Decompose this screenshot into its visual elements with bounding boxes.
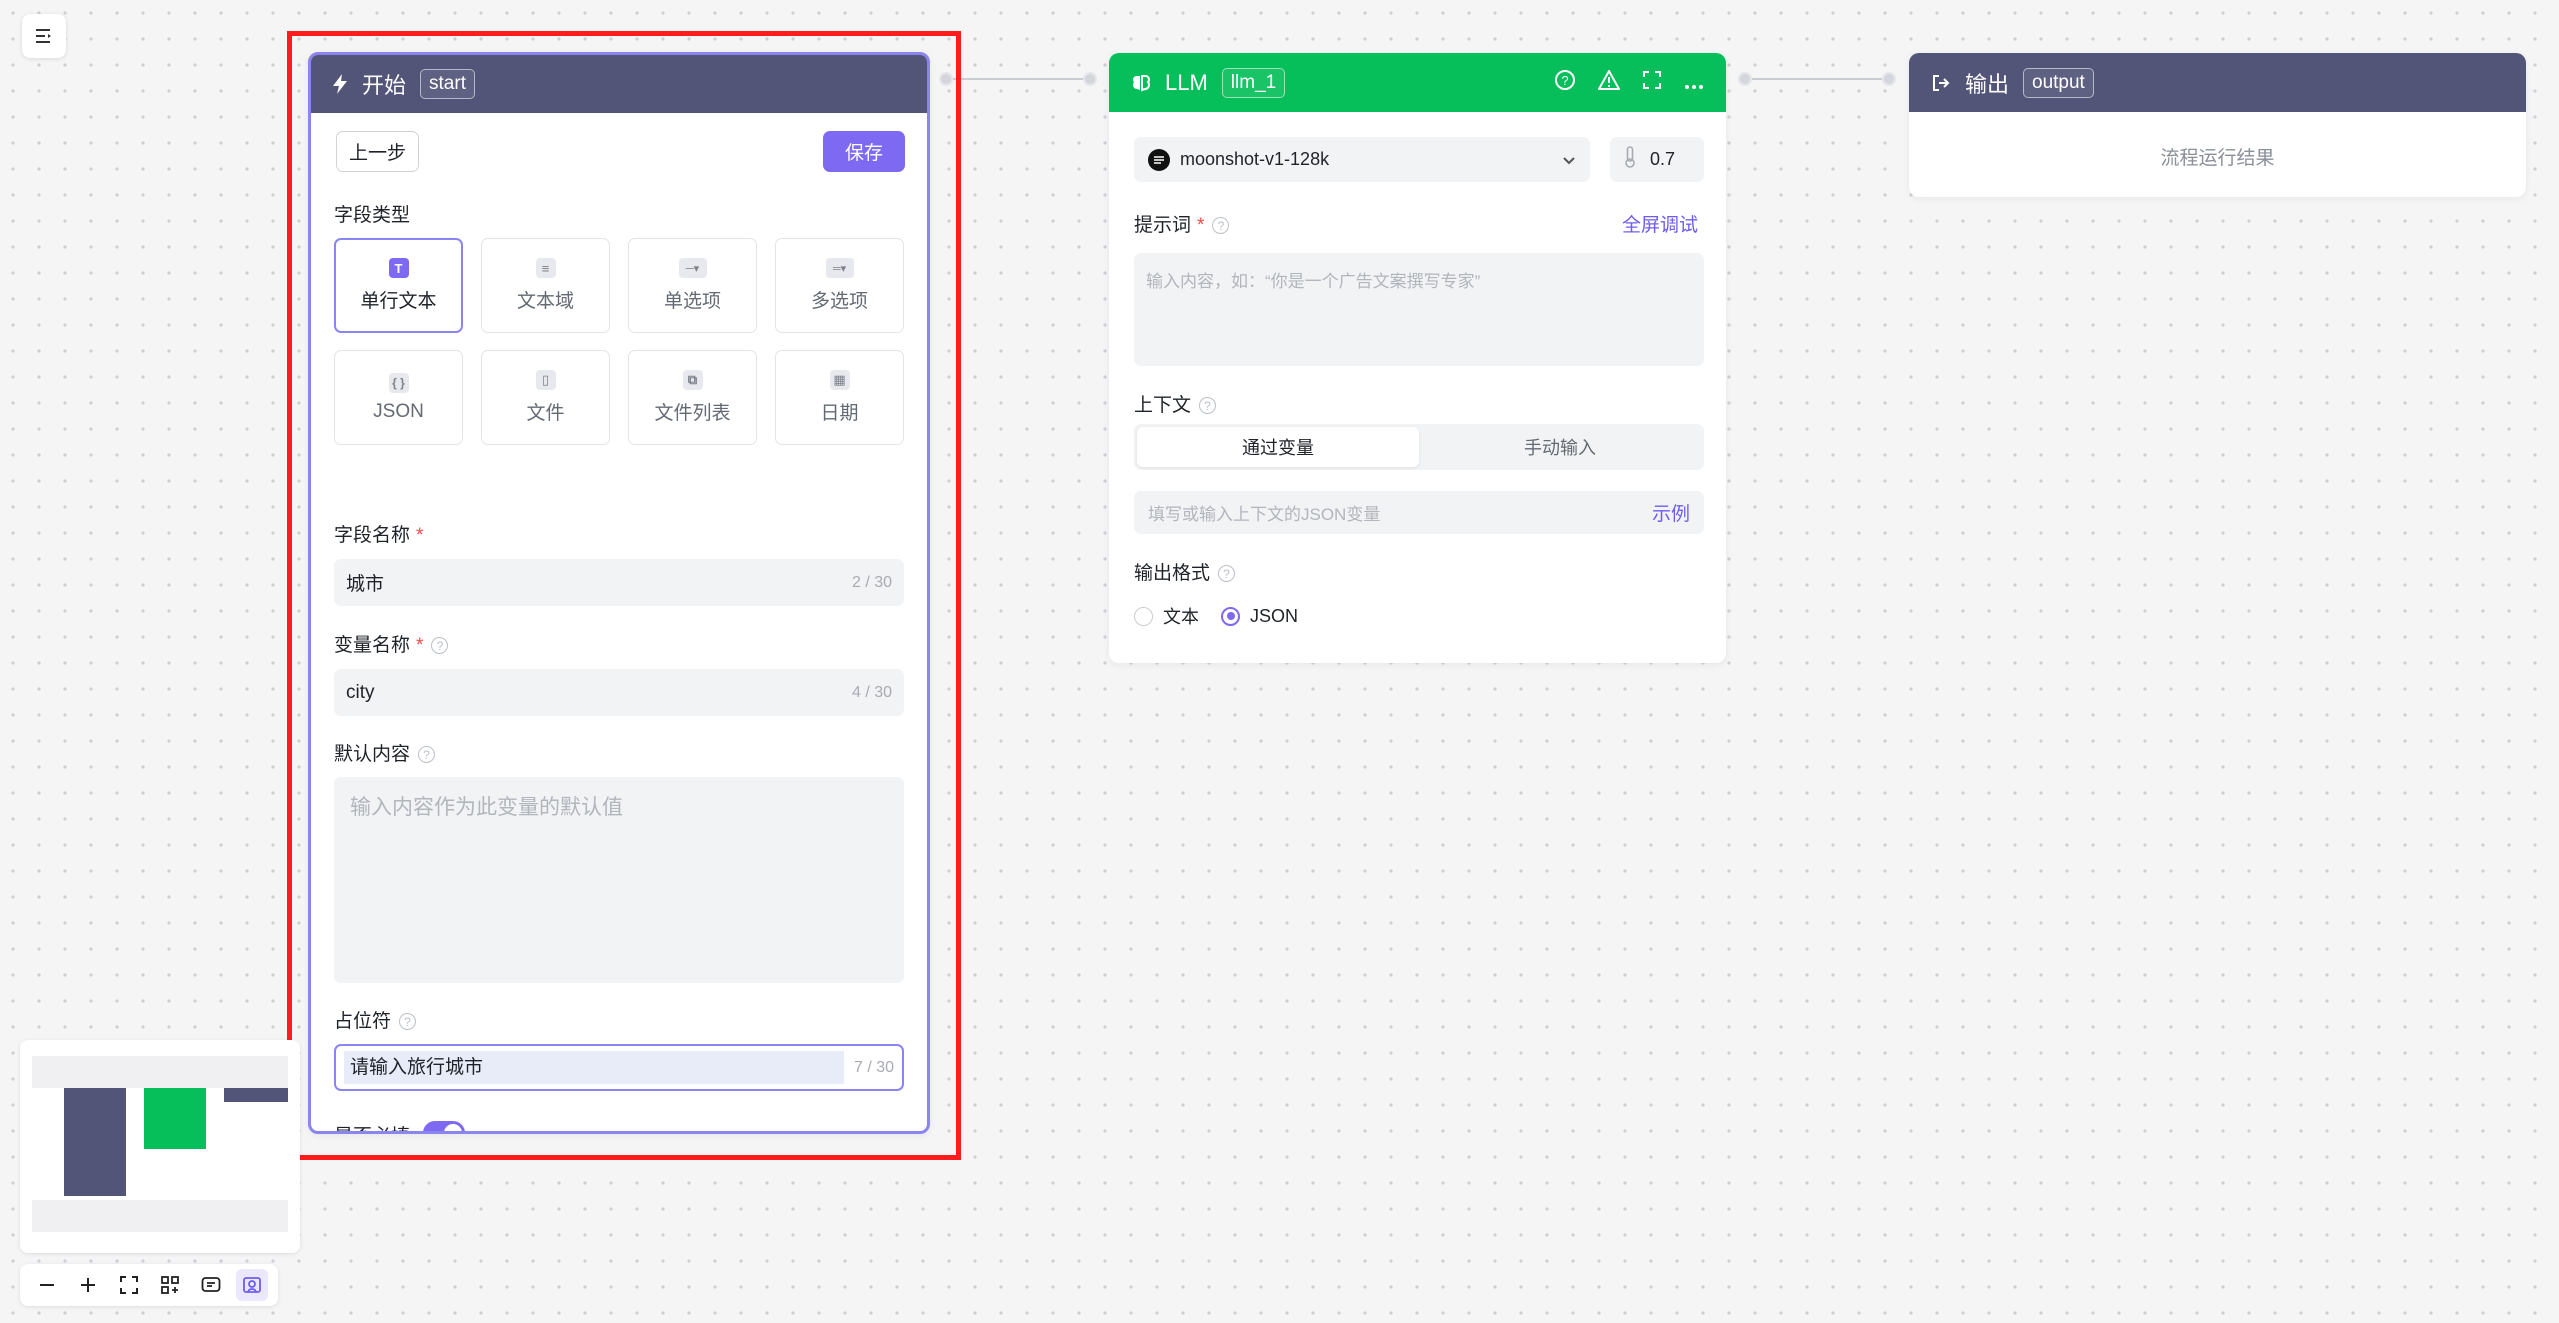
warning-icon[interactable] bbox=[1598, 69, 1620, 97]
radio-off bbox=[1134, 606, 1153, 626]
minimap-viewport bbox=[32, 1056, 288, 1232]
help-circle-icon[interactable]: ? bbox=[1554, 69, 1576, 97]
chevron-down-icon bbox=[1562, 149, 1576, 170]
prompt-textarea[interactable]: 输入内容，如：“你是一个广告文案撰写专家” bbox=[1134, 253, 1704, 366]
plus-icon bbox=[80, 1278, 95, 1292]
model-select[interactable]: moonshot-v1-128k bbox=[1134, 137, 1590, 182]
context-mode-tabs: 通过变量 手动输入 bbox=[1134, 424, 1704, 470]
more-icon[interactable] bbox=[1684, 70, 1704, 96]
output-format-label-text: 输出格式 bbox=[1134, 563, 1211, 584]
minimap-icon bbox=[242, 1277, 261, 1293]
zoom-out-button[interactable] bbox=[31, 1269, 63, 1301]
auto-layout-button[interactable] bbox=[154, 1269, 186, 1301]
radio-on bbox=[1221, 606, 1240, 626]
fullscreen-debug-link[interactable]: 全屏调试 bbox=[1622, 210, 1698, 237]
comment-icon bbox=[201, 1277, 220, 1292]
llm-out-port[interactable] bbox=[1738, 72, 1752, 86]
format-json-radio[interactable]: JSON bbox=[1221, 606, 1298, 627]
menu-list-icon bbox=[36, 29, 51, 43]
toggle-sidebar-button[interactable] bbox=[22, 14, 66, 58]
layout-icon bbox=[160, 1276, 179, 1294]
minimap-start-node bbox=[64, 1088, 126, 1196]
thermometer-icon bbox=[1624, 146, 1636, 173]
help-icon[interactable]: ? bbox=[1199, 397, 1217, 415]
edge-llm-output bbox=[1752, 78, 1882, 80]
context-placeholder: 填写或输入上下文的JSON变量 bbox=[1148, 505, 1381, 524]
brain-icon bbox=[1131, 73, 1151, 93]
output-in-port[interactable] bbox=[1882, 72, 1896, 86]
example-link[interactable]: 示例 bbox=[1652, 499, 1690, 526]
context-label: 上下文? bbox=[1134, 390, 1217, 417]
moonshot-logo-icon bbox=[1148, 148, 1170, 171]
help-icon[interactable]: ? bbox=[1218, 565, 1236, 583]
exit-icon bbox=[1931, 73, 1951, 93]
tab-manual-input[interactable]: 手动输入 bbox=[1419, 427, 1701, 467]
selection-highlight bbox=[287, 31, 961, 1160]
format-text-radio[interactable]: 文本 bbox=[1134, 603, 1199, 629]
edge-start-llm bbox=[953, 78, 1083, 80]
llm-in-port[interactable] bbox=[1083, 72, 1097, 86]
output-node-header: 输出 output bbox=[1909, 53, 2526, 112]
temperature-value: 0.7 bbox=[1650, 149, 1676, 169]
fit-view-button[interactable] bbox=[113, 1269, 145, 1301]
format-json-label: JSON bbox=[1250, 605, 1299, 626]
format-text-label: 文本 bbox=[1163, 607, 1199, 627]
help-icon[interactable]: ? bbox=[1212, 217, 1230, 235]
output-format-label: 输出格式? bbox=[1134, 558, 1236, 585]
minus-icon bbox=[39, 1284, 54, 1286]
minimap-toggle-button[interactable] bbox=[235, 1269, 268, 1301]
fit-view-icon bbox=[119, 1276, 138, 1294]
output-node[interactable]: 输出 output 流程运行结果 bbox=[1909, 53, 2526, 197]
llm-node-header: LLM llm_1 ? bbox=[1109, 53, 1726, 112]
expand-icon[interactable] bbox=[1642, 70, 1662, 96]
prompt-label-text: 提示词 bbox=[1134, 215, 1192, 236]
model-name: moonshot-v1-128k bbox=[1180, 149, 1330, 169]
llm-node-title: LLM bbox=[1165, 69, 1208, 95]
temperature-input[interactable]: 0.7 bbox=[1610, 137, 1704, 182]
minimap-output-node bbox=[224, 1088, 288, 1102]
context-label-text: 上下文 bbox=[1134, 395, 1192, 416]
tab-via-variable[interactable]: 通过变量 bbox=[1137, 427, 1419, 467]
output-node-title: 输出 bbox=[1965, 71, 2010, 97]
llm-node-tag: llm_1 bbox=[1221, 67, 1286, 98]
flow-result-text: 流程运行结果 bbox=[2160, 148, 2275, 169]
output-format-radios: 文本 JSON bbox=[1134, 603, 1298, 629]
zoom-in-button[interactable] bbox=[72, 1269, 104, 1301]
llm-node[interactable]: LLM llm_1 ? moonshot-v1-128k 0.7 提示词 * ?… bbox=[1109, 53, 1726, 663]
comment-button[interactable] bbox=[195, 1269, 227, 1301]
svg-text:?: ? bbox=[1561, 73, 1568, 88]
minimap-llm-node bbox=[144, 1088, 206, 1149]
context-json-input[interactable]: 填写或输入上下文的JSON变量 示例 bbox=[1134, 491, 1704, 534]
canvas-controls bbox=[20, 1264, 278, 1306]
required-asterisk: * bbox=[1197, 215, 1205, 236]
output-node-tag: output bbox=[2023, 67, 2094, 98]
prompt-label: 提示词 *? bbox=[1134, 210, 1230, 237]
minimap[interactable] bbox=[20, 1040, 300, 1253]
